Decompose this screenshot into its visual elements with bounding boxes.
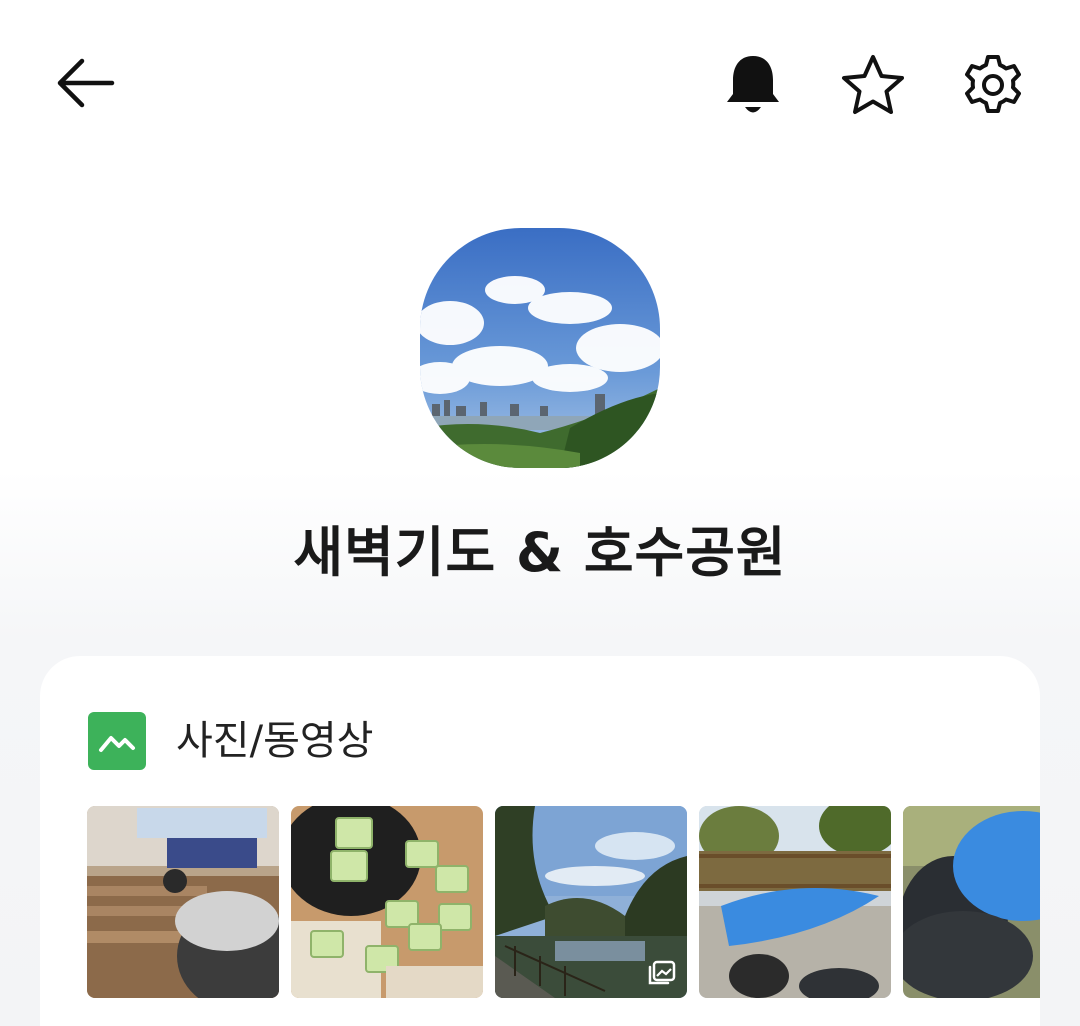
arrow-left-icon: [57, 58, 115, 108]
media-thumbnail[interactable]: [699, 806, 891, 998]
gallery-icon: [88, 712, 146, 770]
gear-icon: [965, 55, 1021, 113]
media-section-card: 사진/동영상: [40, 656, 1040, 1026]
back-button[interactable]: [48, 50, 120, 116]
media-thumbnail-strip: [87, 806, 1040, 998]
multi-photo-icon: [645, 958, 679, 988]
media-section-label[interactable]: 사진/동영상: [176, 712, 373, 770]
media-thumbnail[interactable]: [495, 806, 687, 998]
media-thumbnail[interactable]: [903, 806, 1040, 998]
favorite-button[interactable]: [836, 48, 910, 122]
top-bar: [0, 0, 1080, 170]
star-icon: [842, 55, 904, 114]
media-thumbnail[interactable]: [291, 806, 483, 998]
room-profile-image[interactable]: [420, 228, 660, 468]
room-title: 새벽기도 & 호수공원: [293, 521, 787, 584]
bell-icon: [727, 56, 779, 113]
settings-button[interactable]: [956, 48, 1030, 122]
chatroom-info-screen: 새벽기도 & 호수공원 사진/동영상: [0, 0, 1080, 1026]
media-thumbnail[interactable]: [87, 806, 279, 998]
notification-button[interactable]: [716, 48, 790, 122]
